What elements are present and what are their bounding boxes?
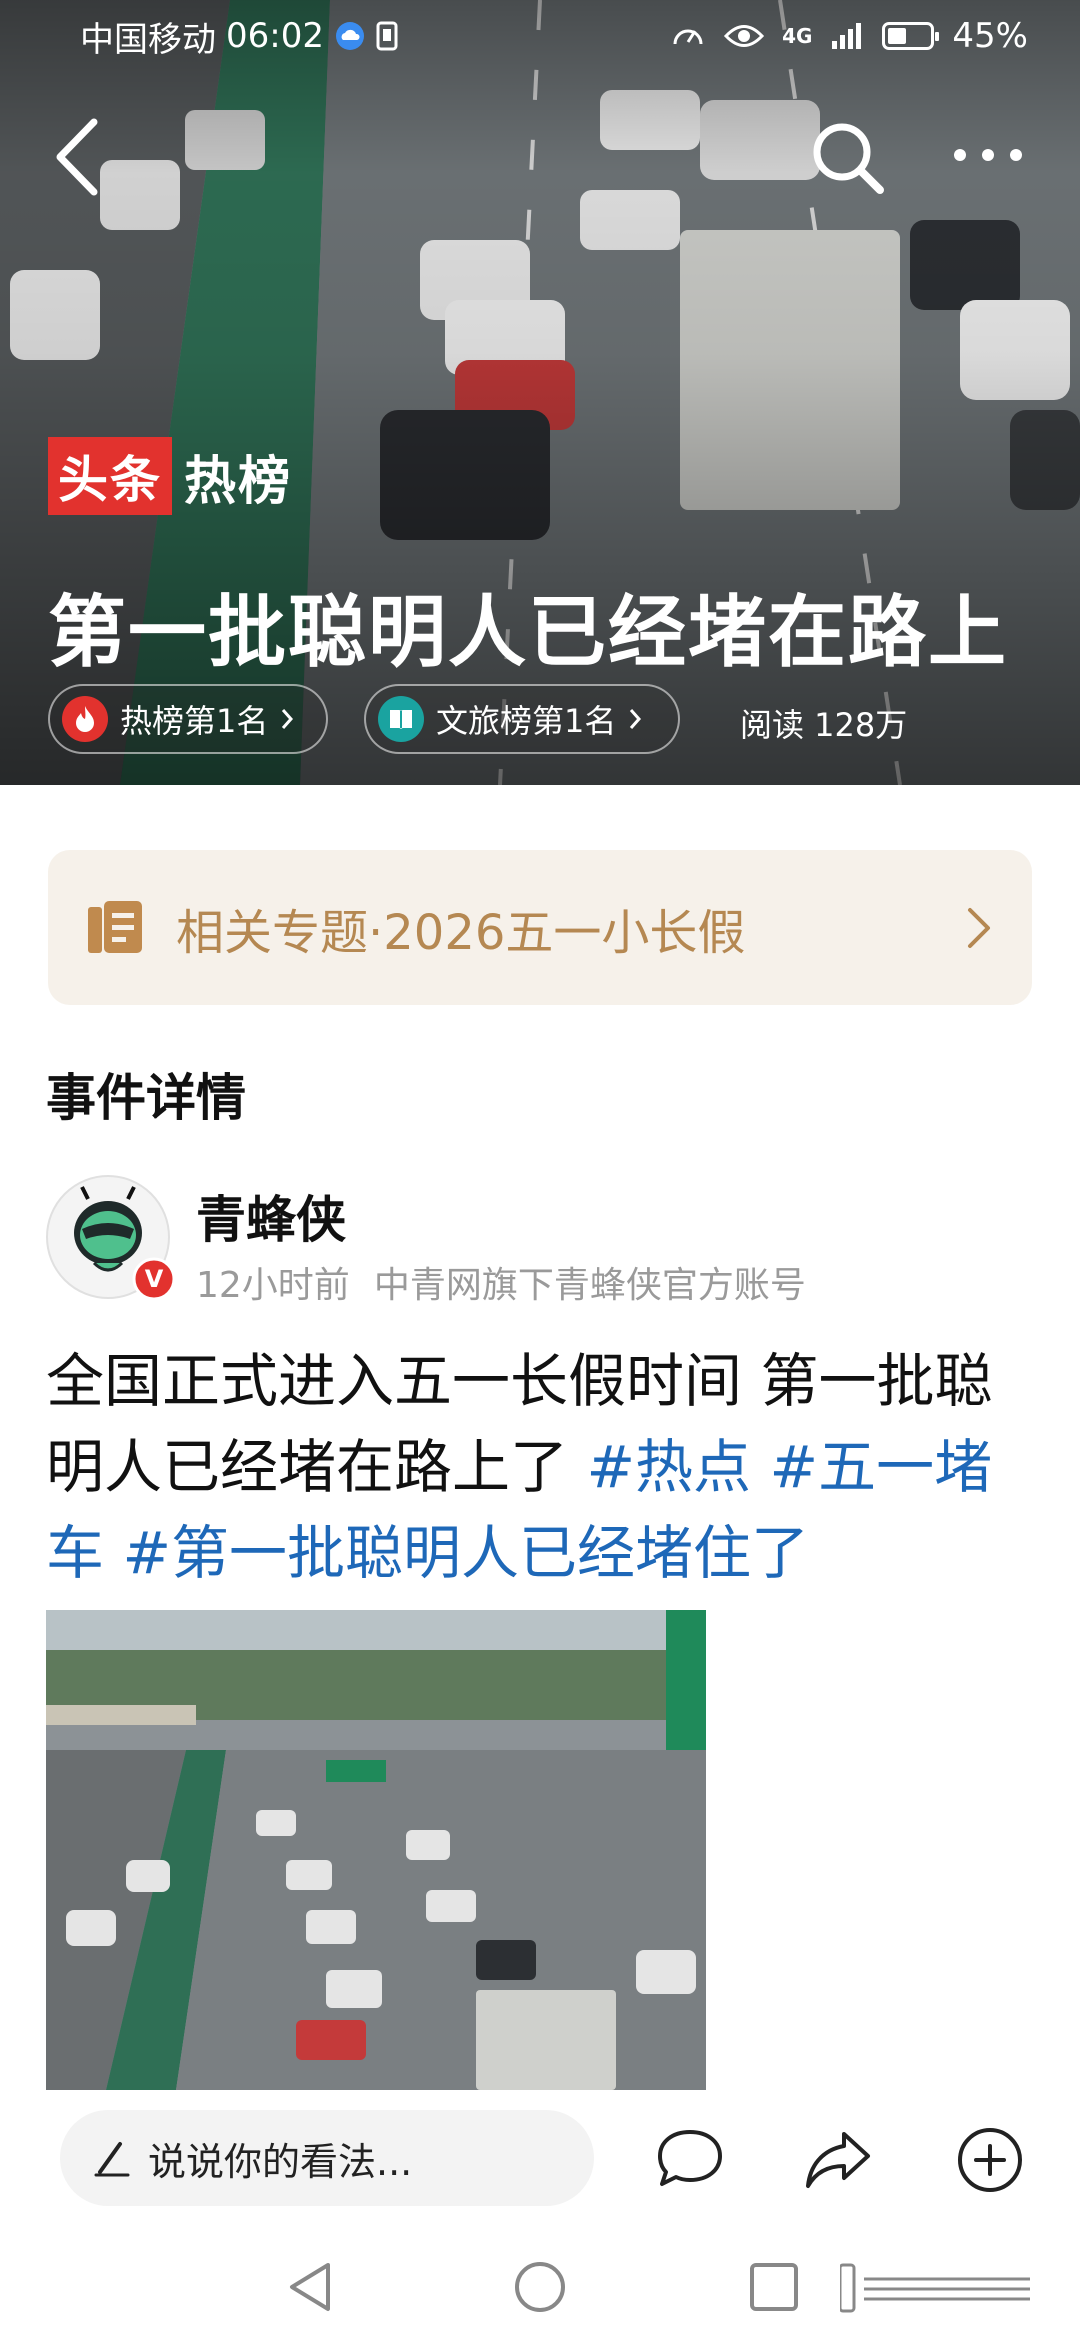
brand-red-label: 头条 <box>48 437 172 515</box>
signal-icon <box>832 23 862 49</box>
hot-rank-badge[interactable]: 热榜第1名 <box>48 684 328 754</box>
document-icon <box>88 900 142 953</box>
toutiao-hot-list-logo: 头条 热榜 <box>48 437 292 515</box>
comment-placeholder: 说说你的看法... <box>148 2139 413 2184</box>
battery-icon <box>882 22 940 50</box>
eye-icon <box>724 25 765 47</box>
travel-rank-label: 文旅榜第1名 <box>436 702 617 740</box>
author-meta: 12小时前 中青网旗下青蜂侠官方账号 <box>196 1256 806 1308</box>
system-nav-bar <box>0 2235 1080 2340</box>
hero-banner: 中国移动 06:02 4G 45% 头条 热榜 第一批聪明人已经堵在路上 热榜第 <box>0 0 1080 785</box>
nav-recent-icon[interactable] <box>742 2255 806 2319</box>
speedometer-icon <box>673 29 703 45</box>
clock: 06:02 <box>226 16 324 56</box>
hot-rank-label: 热榜第1名 <box>120 702 269 740</box>
hashtag[interactable]: #热点 <box>586 1433 751 1501</box>
hashtag[interactable]: #第一批聪明人已经堵住了 <box>122 1519 809 1587</box>
more-icon[interactable] <box>948 130 1028 180</box>
chevron-right-icon <box>282 709 294 729</box>
read-count: 阅读 128万 <box>740 706 908 744</box>
verified-badge-icon: V <box>132 1257 176 1301</box>
nav-home-icon[interactable] <box>508 2255 572 2319</box>
chevron-right-icon <box>968 907 990 948</box>
nav-menu-icon[interactable] <box>840 2257 1040 2321</box>
traffic-photo <box>46 1610 706 2090</box>
post-time: 12小时前 <box>196 1265 350 1306</box>
network-type: 4G <box>782 24 813 48</box>
brand-white-label: 热榜 <box>184 451 293 512</box>
share-icon[interactable] <box>800 2122 876 2198</box>
flame-icon <box>62 696 108 742</box>
comment-input[interactable]: 说说你的看法... <box>60 2110 594 2206</box>
back-arrow-icon[interactable] <box>48 112 108 202</box>
related-topic-label: 相关专题·2026五一小长假 <box>176 904 746 961</box>
post-image[interactable] <box>46 1610 706 2090</box>
add-icon[interactable] <box>952 2122 1028 2198</box>
post-body: 全国正式进入五一长假时间 第一批聪明人已经堵在路上了 #热点 #五一堵车 #第一… <box>46 1338 1036 1596</box>
section-title: 事件详情 <box>46 1069 246 1127</box>
related-topic-card[interactable]: 相关专题·2026五一小长假 <box>48 850 1032 1005</box>
avatar[interactable]: V <box>46 1175 176 1301</box>
carrier-label: 中国移动 <box>80 19 216 60</box>
battery-percent: 45% <box>952 16 1028 56</box>
status-bar: 中国移动 06:02 4G 45% <box>0 0 1080 72</box>
author-name[interactable]: 青蜂侠 <box>196 1180 346 1252</box>
author-description: 中青网旗下青蜂侠官方账号 <box>373 1265 806 1306</box>
comment-icon[interactable] <box>652 2122 728 2198</box>
chevron-right-icon <box>630 709 642 729</box>
search-icon[interactable] <box>808 118 888 198</box>
travel-rank-badge[interactable]: 文旅榜第1名 <box>364 684 680 754</box>
nav-back-icon[interactable] <box>278 2255 342 2319</box>
page-title: 第一批聪明人已经堵在路上 <box>48 588 1009 678</box>
book-icon <box>378 696 424 742</box>
sim-icon <box>376 21 398 51</box>
verified-badge-text: V <box>145 1265 164 1293</box>
cloud-icon <box>335 22 364 50</box>
pen-icon <box>94 2142 130 2177</box>
